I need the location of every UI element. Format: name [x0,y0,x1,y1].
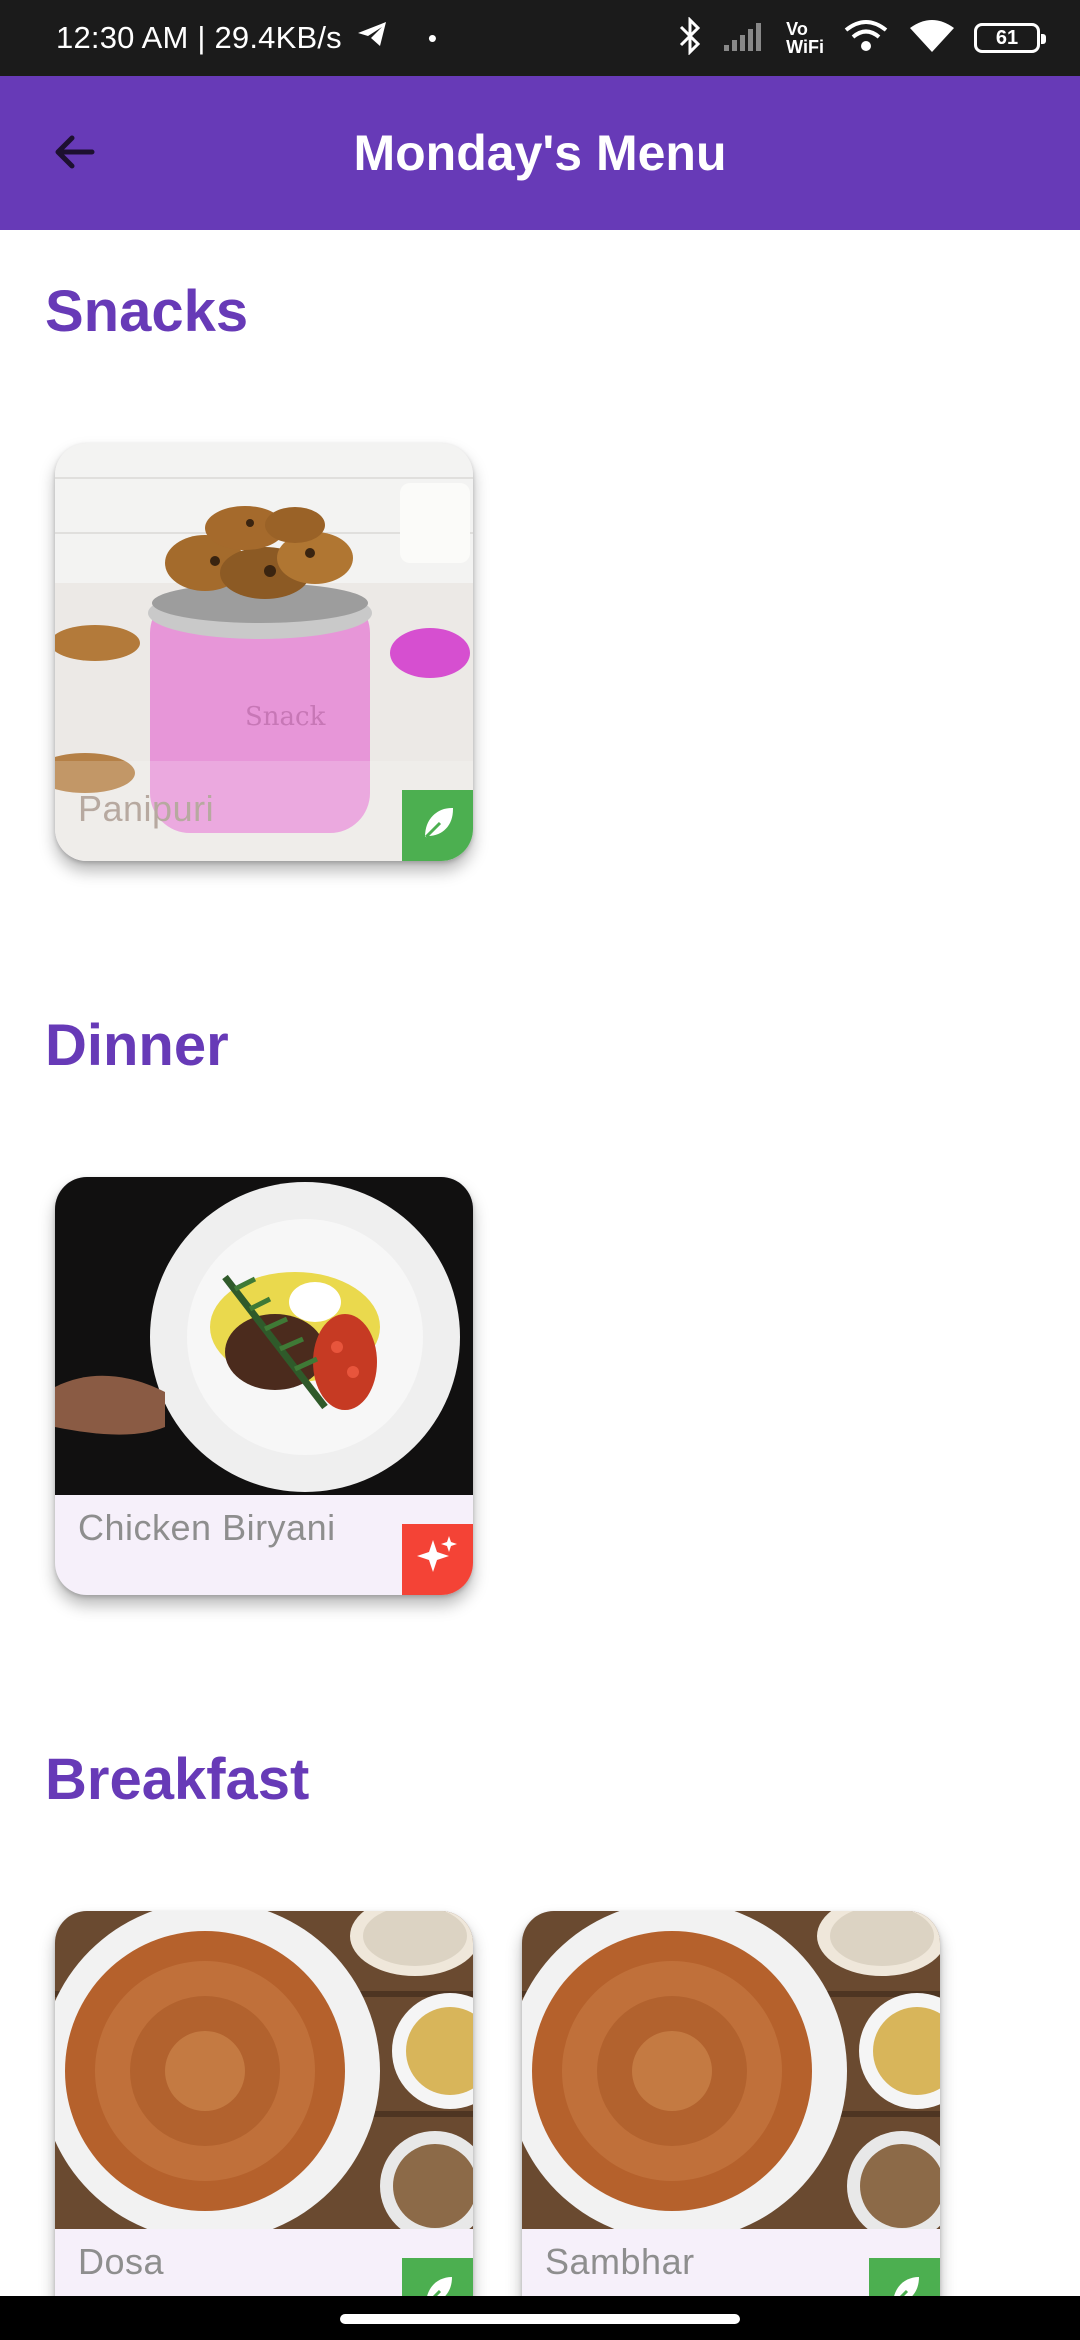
telegram-icon [356,20,388,56]
notification-dot: • [427,22,438,53]
food-image [55,1911,473,2229]
navigation-gesture-bar [0,2296,1080,2340]
battery-indicator: 61 [974,23,1046,53]
app-bar: Monday's Menu [0,76,1080,230]
menu-item-name: Chicken Biryani [78,1507,336,1548]
section-title-breakfast: Breakfast [45,1747,310,1812]
bluetooth-icon [678,15,704,60]
vowifi-indicator: Vo WiFi [786,20,824,56]
section-title-snacks: Snacks [45,279,249,344]
food-image [55,1177,473,1495]
menu-card[interactable]: Sambhar [522,1911,940,2329]
menu-card[interactable]: Chicken Biryani [55,1177,473,1595]
hotspot-icon [842,18,890,59]
menu-item-name: Dosa [78,2241,165,2282]
sparkle-icon [415,1534,461,1585]
status-right: Vo WiFi 61 [678,0,1046,76]
menu-item-name: Sambhar [545,2241,695,2282]
vowifi-bottom: WiFi [786,37,824,57]
nonveg-badge [402,1524,473,1595]
status-left: 12:30 AM | 29.4KB/s • [56,0,437,76]
menu-card[interactable]: Dosa [55,1911,473,2329]
menu-item-name: Panipuri [78,788,215,829]
status-bar: 12:30 AM | 29.4KB/s • Vo WiFi 61 [0,0,1080,76]
arrow-back-icon [50,128,98,181]
wifi-icon [908,18,956,59]
back-button[interactable] [36,116,112,192]
leaf-icon [418,803,458,848]
home-gesture-handle[interactable] [340,2314,740,2324]
menu-card[interactable]: Snack Panipuri [55,443,473,861]
food-image [522,1911,940,2229]
vowifi-top: Vo [786,19,808,39]
status-time-speed: 12:30 AM | 29.4KB/s [56,20,342,55]
signal-icon [722,19,768,58]
section-title-dinner: Dinner [45,1013,229,1078]
veg-badge [402,790,473,861]
page-title: Monday's Menu [353,125,727,181]
svg-text:Snack: Snack [245,702,326,732]
